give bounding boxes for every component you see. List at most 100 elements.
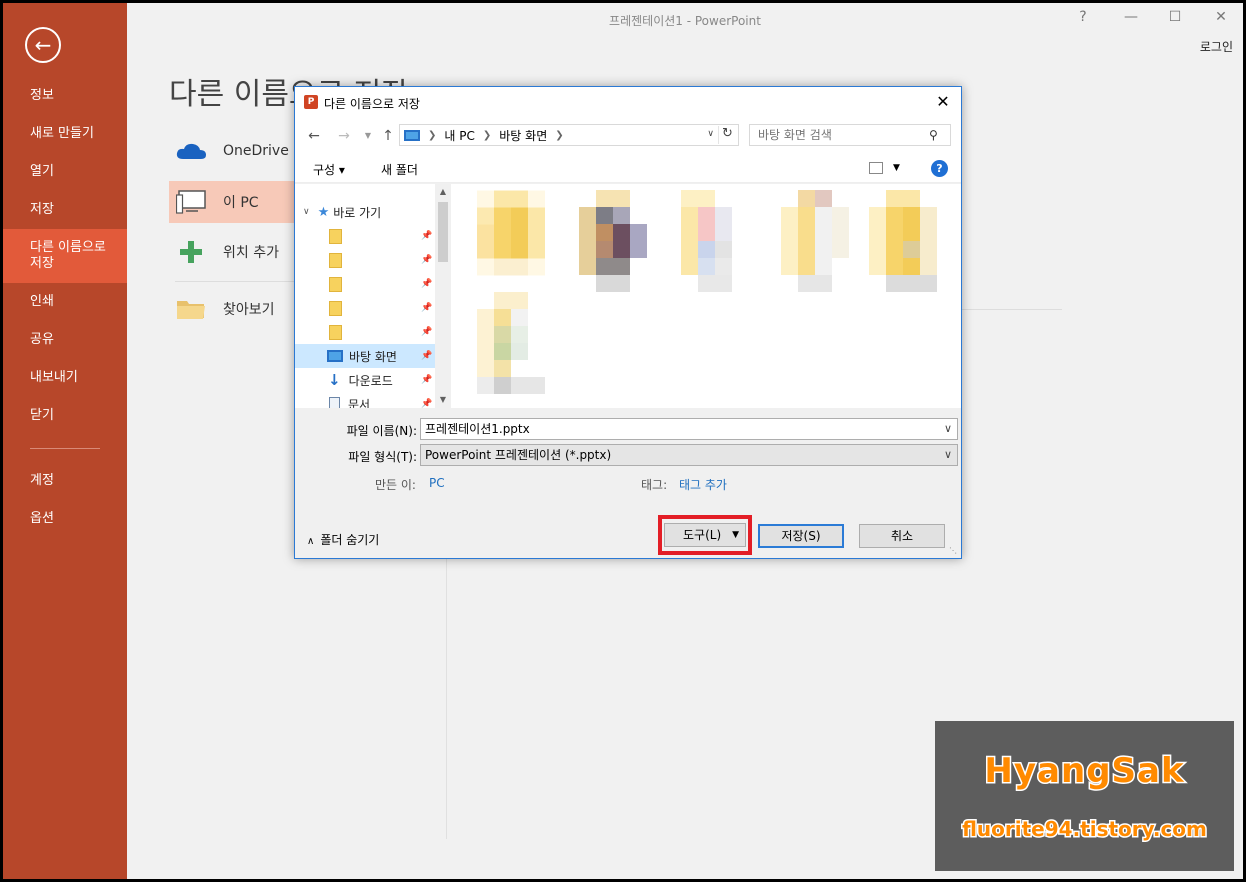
help-icon[interactable]: ? [931, 160, 948, 177]
breadcrumb-desktop[interactable]: 바탕 화면 [499, 127, 547, 144]
chevron-down-icon[interactable]: ∨ [303, 207, 310, 217]
pin-icon: 📌 [421, 303, 433, 313]
chevron-right-icon[interactable]: ❯ [428, 130, 436, 141]
chevron-down-icon[interactable]: ∨ [944, 445, 952, 465]
save-button[interactable]: 저장(S) [758, 524, 844, 548]
place-add-location[interactable]: 위치 추가 [169, 231, 295, 273]
filename-value: 프레젠테이션1.pptx [425, 422, 530, 436]
place-onedrive[interactable]: OneDrive [169, 130, 295, 172]
file-thumbnail[interactable] [477, 292, 545, 394]
desktop-icon [327, 350, 343, 362]
tree-label: 바로 가기 [333, 205, 382, 220]
login-link[interactable]: 로그인 [1200, 38, 1233, 55]
file-thumbnail[interactable] [869, 190, 937, 292]
sidebar-item-save-as[interactable]: 다른 이름으로 저장 [3, 229, 127, 283]
chevron-right-icon[interactable]: ❯ [555, 130, 563, 141]
file-thumbnail[interactable] [681, 190, 749, 292]
view-options-icon[interactable] [869, 162, 883, 174]
chevron-down-icon[interactable]: ∨ [944, 419, 952, 439]
chevron-right-icon[interactable]: ❯ [483, 130, 491, 141]
cancel-button[interactable]: 취소 [859, 524, 945, 548]
view-dropdown-icon[interactable]: ▼ [893, 163, 900, 173]
minimize-icon[interactable]: — [1119, 9, 1143, 29]
folder-icon [329, 324, 342, 340]
tree-item[interactable]: 📌 [295, 296, 435, 320]
tools-label: 도구(L) [683, 528, 722, 542]
scroll-up-icon[interactable]: ▲ [435, 184, 451, 200]
tree-item[interactable]: 📌 [295, 272, 435, 296]
search-input[interactable] [749, 124, 951, 146]
file-thumbnail[interactable] [781, 190, 849, 292]
scrollbar-thumb[interactable] [438, 202, 448, 262]
sidebar-item-options[interactable]: 옵션 [3, 500, 127, 538]
back-icon[interactable]: ← [305, 127, 323, 145]
sidebar-item-info[interactable]: 정보 [3, 77, 127, 115]
sidebar-item-save-as-label: 다른 이름으로 저장 [30, 240, 106, 271]
place-this-pc[interactable]: 이 PC [169, 181, 295, 223]
tree-scrollbar[interactable]: ▲ ▼ [435, 184, 451, 408]
help-icon[interactable]: ? [1071, 9, 1095, 29]
tree-item[interactable]: 📌 [295, 248, 435, 272]
place-label: 찾아보기 [223, 302, 275, 318]
address-bar[interactable]: ❯ 내 PC ❯ 바탕 화면 ❯ ∨ ↻ [399, 124, 739, 146]
star-icon: ★ [317, 204, 330, 220]
chevron-down-icon[interactable]: ∨ [707, 129, 714, 139]
computer-icon [173, 189, 209, 215]
sidebar-item-share[interactable]: 공유 [3, 321, 127, 359]
title-bar: 프레젠테이션1 - PowerPoint ? — ☐ ✕ [127, 3, 1243, 37]
this-pc-icon [404, 129, 420, 141]
author-value[interactable]: PC [429, 476, 445, 490]
up-icon[interactable]: ↑ [379, 127, 397, 145]
sidebar-item-close[interactable]: 닫기 [3, 397, 127, 435]
new-folder-button[interactable]: 새 폴더 [381, 161, 418, 178]
filetype-label: 파일 형식(T): [348, 450, 417, 464]
tags-add-link[interactable]: 태그 추가 [679, 476, 727, 493]
plus-icon [173, 239, 209, 265]
tools-button[interactable]: 도구(L) ▼ [664, 523, 746, 547]
pin-icon: 📌 [421, 327, 433, 337]
tree-item-quick-access[interactable]: ∨ ★ 바로 가기 [295, 200, 435, 224]
place-browse[interactable]: 찾아보기 [169, 288, 295, 330]
resize-grip-icon[interactable]: ⋱ [949, 546, 959, 556]
dialog-toolbar: 구성 ▾ 새 폴더 ▼ ? [295, 155, 961, 183]
hide-folders-label: 폴더 숨기기 [320, 533, 380, 547]
watermark-title: HyangSak [983, 750, 1185, 793]
back-arrow-icon[interactable]: ← [25, 27, 61, 63]
sidebar-item-open[interactable]: 열기 [3, 153, 127, 191]
sidebar-item-account[interactable]: 계정 [3, 462, 127, 500]
sidebar-item-print[interactable]: 인쇄 [3, 283, 127, 321]
sidebar-item-save[interactable]: 저장 [3, 191, 127, 229]
tools-highlight-box: 도구(L) ▼ [658, 515, 752, 555]
maximize-icon[interactable]: ☐ [1163, 9, 1187, 29]
pin-icon: 📌 [421, 375, 433, 385]
sidebar-nav: 정보 새로 만들기 열기 저장 다른 이름으로 저장 인쇄 공유 내보내기 닫기… [3, 77, 127, 538]
close-window-icon[interactable]: ✕ [1209, 9, 1233, 29]
filename-label: 파일 이름(N): [346, 424, 417, 438]
file-thumbnail[interactable] [579, 190, 647, 292]
folder-icon [329, 276, 342, 292]
watermark-logo: HyangSak fluorite94.tistory.com [935, 721, 1234, 871]
refresh-icon[interactable]: ↻ [718, 126, 736, 144]
scroll-down-icon[interactable]: ▼ [435, 392, 451, 408]
filetype-select[interactable]: PowerPoint 프레젠테이션 (*.pptx) ∨ [420, 444, 958, 466]
close-icon[interactable]: ✕ [933, 92, 953, 111]
sidebar-item-export[interactable]: 내보내기 [3, 359, 127, 397]
tree-item-desktop[interactable]: 바탕 화면 📌 [295, 344, 435, 368]
document-icon [329, 397, 340, 408]
tree-item-documents[interactable]: 문서 📌 [295, 392, 435, 408]
sidebar-item-new[interactable]: 새로 만들기 [3, 115, 127, 153]
search-icon[interactable]: ⚲ [929, 128, 938, 142]
tree-item[interactable]: 📌 [295, 320, 435, 344]
hide-folders-button[interactable]: ∧ 폴더 숨기기 [307, 531, 379, 548]
filetype-value: PowerPoint 프레젠테이션 (*.pptx) [425, 448, 612, 462]
breadcrumb-this-pc[interactable]: 내 PC [444, 127, 474, 144]
tree-item-downloads[interactable]: ↓ 다운로드 📌 [295, 368, 435, 392]
recent-dropdown-icon[interactable]: ▼ [359, 127, 377, 145]
filename-field[interactable]: 프레젠테이션1.pptx ∨ [420, 418, 958, 440]
caret-down-icon: ▼ [732, 530, 739, 540]
organize-button[interactable]: 구성 ▾ [313, 161, 345, 178]
tree-item[interactable]: 📌 [295, 224, 435, 248]
file-thumbnail[interactable] [477, 190, 545, 292]
tree-label: 문서 [348, 397, 371, 409]
forward-icon[interactable]: → [335, 127, 353, 145]
